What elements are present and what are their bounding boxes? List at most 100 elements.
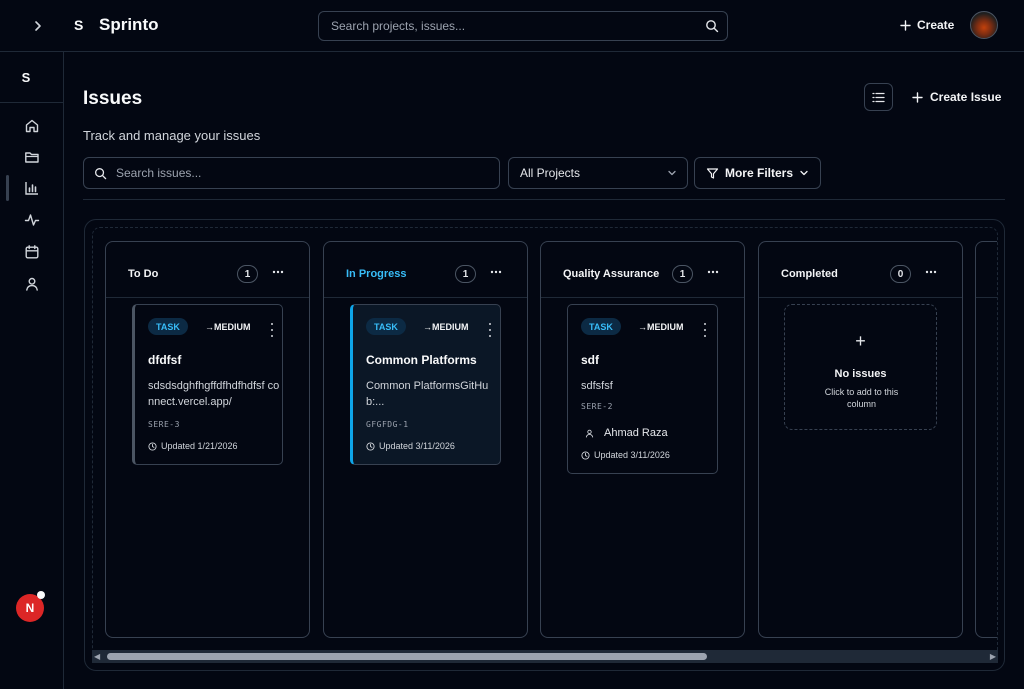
updated-date: Updated 1/21/2026 <box>161 441 238 451</box>
scroll-right-icon[interactable]: ▶ <box>987 652 996 661</box>
calendar-icon <box>25 245 39 259</box>
column-quality-assurance: Quality Assurance 1 TASK →MEDIUM sdf sdf… <box>540 241 745 638</box>
priority-label: →MEDIUM <box>638 322 684 332</box>
sidebar-item-activity[interactable] <box>20 208 44 232</box>
issue-search-input[interactable] <box>116 158 486 188</box>
sidebar-item-profile[interactable] <box>20 272 44 296</box>
column-menu-button[interactable] <box>270 264 286 280</box>
empty-state-subtitle: Click to add to this column <box>824 387 899 409</box>
clock-icon <box>581 450 590 460</box>
issue-card[interactable]: TASK →MEDIUM dfdfsf sdsdsdghfhgffdfhdfhd… <box>132 304 283 465</box>
sidebar-divider <box>0 102 64 103</box>
column-header: In Progress 1 <box>324 242 527 298</box>
sidebar-item-projects[interactable] <box>20 145 44 169</box>
folder-icon <box>25 152 39 163</box>
create-issue-button[interactable]: Create Issue <box>912 90 1001 104</box>
more-filters-button[interactable]: More Filters <box>694 157 821 189</box>
user-avatar[interactable] <box>970 11 998 39</box>
column-title: Quality Assurance <box>563 268 660 280</box>
priority-label: →MEDIUM <box>205 322 251 332</box>
sidebar-item-home[interactable] <box>20 114 44 138</box>
more-filters-label: More Filters <box>724 166 793 180</box>
sidebar-item-calendar[interactable] <box>20 240 44 264</box>
project-select[interactable]: All Projects <box>508 157 688 189</box>
more-horizontal-icon <box>925 270 937 274</box>
user-icon <box>26 277 38 291</box>
chart-icon <box>25 182 38 195</box>
column-completed: Completed 0 + No issues Click to add to … <box>758 241 963 638</box>
column-in-progress: In Progress 1 TASK →MEDIUM Common Platfo… <box>323 241 528 638</box>
column-title: In Progress <box>346 268 407 280</box>
card-menu-button[interactable] <box>267 323 277 337</box>
brand-logo[interactable]: S <box>74 17 83 33</box>
more-vertical-icon <box>489 323 491 325</box>
sidebar-item-issues[interactable] <box>20 176 44 200</box>
column-header: Quality Assurance 1 <box>541 242 744 298</box>
column-count-badge: 1 <box>672 265 693 283</box>
project-select-value: All Projects <box>520 166 581 180</box>
filters-divider <box>83 199 1005 200</box>
issue-updated: Updated 3/11/2026 <box>366 441 455 451</box>
more-vertical-icon <box>271 323 273 325</box>
issue-type-badge: TASK <box>148 318 188 335</box>
chevron-right-icon <box>35 21 41 31</box>
issue-type-badge: TASK <box>581 318 621 335</box>
column-todo: To Do 1 TASK →MEDIUM dfdfsf sdsdsdghfhgf… <box>105 241 310 638</box>
issue-type-badge: TASK <box>366 318 406 335</box>
user-icon <box>585 429 594 438</box>
column-menu-button[interactable] <box>705 264 721 280</box>
create-issue-label: Create Issue <box>930 90 1002 104</box>
home-icon <box>25 119 39 133</box>
chevron-down-icon <box>668 170 676 176</box>
more-horizontal-icon <box>490 270 502 274</box>
global-search-input[interactable] <box>331 12 701 40</box>
column-count-badge: 1 <box>455 265 476 283</box>
sidebar-expand-button[interactable] <box>28 16 48 36</box>
issue-updated: Updated 1/21/2026 <box>148 441 238 451</box>
board-horizontal-scrollbar[interactable]: ◀ ▶ <box>92 650 998 663</box>
workspace-initial[interactable]: S <box>0 70 52 85</box>
clock-icon <box>148 441 157 451</box>
brand-name[interactable]: Sprinto <box>99 15 159 35</box>
empty-state-title: No issues <box>834 368 887 380</box>
column-header: Completed 0 <box>759 242 962 298</box>
column-count-badge: 0 <box>890 265 911 283</box>
list-view-button[interactable] <box>864 83 893 111</box>
more-horizontal-icon <box>272 270 284 274</box>
column-title: Completed <box>781 268 838 280</box>
issue-card[interactable]: TASK →MEDIUM Common Platforms Common Pla… <box>350 304 501 465</box>
issue-assignee: Ahmad Raza <box>585 427 668 439</box>
issue-card[interactable]: TASK →MEDIUM sdf sdfsfsf SERE-2 Ahmad Ra… <box>567 304 718 474</box>
list-icon <box>872 92 885 102</box>
kanban-board: To Do 1 TASK →MEDIUM dfdfsf sdsdsdghfhgf… <box>92 227 998 663</box>
scroll-left-icon[interactable]: ◀ <box>94 652 103 661</box>
notification-dot <box>37 591 45 599</box>
issue-key: GFGFDG-1 <box>366 420 409 429</box>
top-bar: S Sprinto Create <box>0 0 1024 52</box>
more-horizontal-icon <box>707 270 719 274</box>
top-create-button[interactable]: Create <box>900 18 954 32</box>
issue-title: sdf <box>581 353 599 367</box>
issue-key: SERE-3 <box>148 420 180 429</box>
column-partial <box>975 241 997 638</box>
column-title: To Do <box>128 268 159 280</box>
issue-description: sdfsfsf <box>581 380 613 392</box>
more-vertical-icon <box>704 323 706 325</box>
global-search <box>318 11 728 41</box>
page-subtitle: Track and manage your issues <box>83 128 261 143</box>
column-menu-button[interactable] <box>923 264 939 280</box>
filter-icon <box>706 167 719 179</box>
issue-key: SERE-2 <box>581 402 613 411</box>
issue-search <box>83 157 500 189</box>
issue-description: sdsdsdghfhgffdfhdfhdfsf connect.vercel.a… <box>148 380 280 408</box>
column-menu-button[interactable] <box>488 264 504 280</box>
top-create-label: Create <box>917 18 955 32</box>
card-menu-button[interactable] <box>485 323 495 337</box>
search-icon[interactable] <box>705 19 719 33</box>
card-menu-button[interactable] <box>700 323 710 337</box>
empty-column-dropzone[interactable]: + No issues Click to add to this column <box>784 304 937 430</box>
scrollbar-thumb[interactable] <box>107 653 707 660</box>
updated-date: Updated 3/11/2026 <box>379 441 455 451</box>
plus-icon <box>900 19 911 31</box>
column-header <box>976 242 997 298</box>
